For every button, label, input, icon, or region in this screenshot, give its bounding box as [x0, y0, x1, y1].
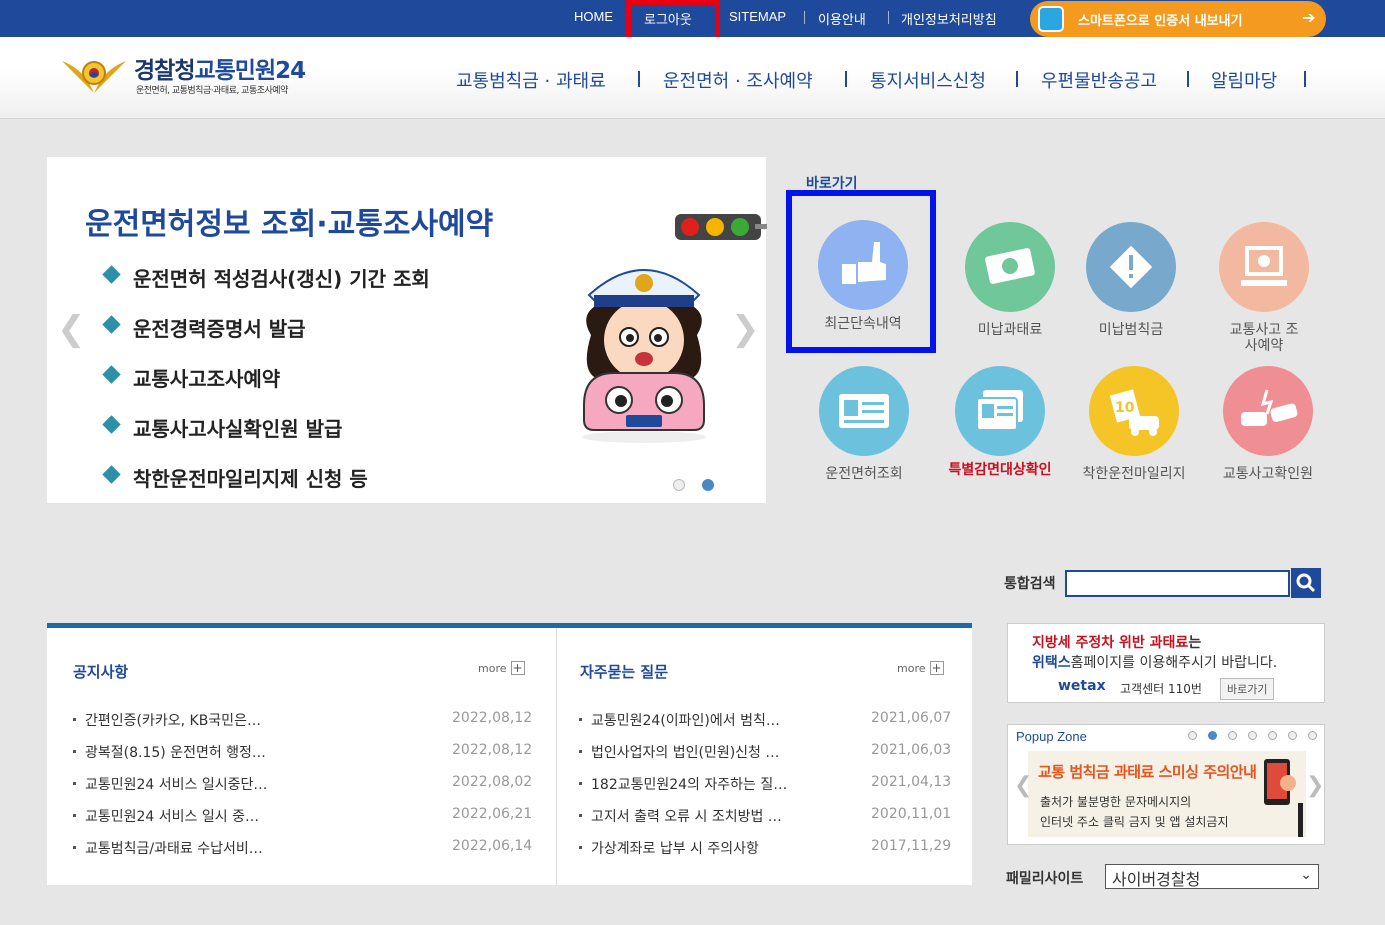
id-card-icon — [819, 366, 909, 456]
wetax-go-button[interactable]: 바로가기 — [1220, 678, 1275, 700]
faq-more-button[interactable]: more + — [897, 661, 944, 675]
selected-quick-highlight — [786, 190, 936, 353]
family-site-label: 패밀리사이트 — [1006, 871, 1084, 887]
smartphone-hand-icon — [1264, 759, 1303, 837]
logo-subtitle: 운전면허, 교통범칙금·과태료, 교통조사예약 — [136, 86, 288, 96]
wetax-line2: 위택스홈페이지를 이용해주시기 바랍니다. — [1032, 655, 1278, 671]
quick-label: 착한운전마일리지 — [1082, 466, 1186, 482]
quick-special-reduction[interactable]: 특별감면대상확인 — [935, 366, 1065, 478]
warning-icon — [1086, 222, 1176, 312]
popup-zone: Popup Zone 교통 범칙금 과태료 스미싱 주의안내 출처가 불분명한 … — [1007, 724, 1325, 845]
chevron-down-icon: ⌄ — [1300, 867, 1312, 883]
quick-label: 교통사고 조사예약 — [1229, 322, 1299, 354]
police-emblem-icon[interactable] — [60, 53, 128, 95]
wetax-line1: 지방세 주정차 위반 과태료는 — [1032, 635, 1202, 651]
slider-next-icon[interactable]: ❯ — [731, 309, 760, 349]
quick-label: 운전면허조회 — [825, 466, 903, 482]
nav-license[interactable]: 운전면허 · 조사예약 — [663, 67, 813, 93]
quick-license-lookup[interactable]: 운전면허조회 — [799, 366, 929, 482]
quick-label: 교통사고확인원 — [1222, 466, 1314, 482]
car-crash-icon — [1223, 366, 1313, 456]
smartphone-cert-button[interactable]: 스마트폰으로 인증서 내보내기 ➔ — [1030, 1, 1326, 37]
privacy-link[interactable]: 개인정보처리방침 — [901, 9, 997, 28]
slider-dot-active[interactable] — [702, 479, 714, 491]
popup-prev-icon[interactable]: ❮ — [1014, 773, 1032, 798]
arrow-right-icon: ➔ — [1302, 8, 1316, 27]
quick-accident-reservation[interactable]: 교통사고 조사예약 — [1199, 222, 1329, 354]
nav-mail-return[interactable]: 우편물반송공고 — [1041, 67, 1157, 93]
search-icon — [1296, 573, 1316, 593]
nav-fines[interactable]: 교통범칙금 · 과태료 — [456, 67, 606, 93]
popup-title: Popup Zone — [1016, 729, 1087, 744]
slide-title: 운전면허정보 조회·교통조사예약 — [85, 207, 494, 242]
monitor-icon — [1219, 222, 1309, 312]
police-mascot-icon — [582, 269, 706, 443]
quick-label: 미납과태료 — [977, 322, 1043, 338]
popup-line1: 출처가 불분명한 문자메시지의 — [1040, 795, 1192, 809]
traffic-light-icon — [675, 214, 767, 240]
popup-banner[interactable]: 교통 범칙금 과태료 스미싱 주의안내 출처가 불분명한 문자메시지의 인터넷 … — [1028, 751, 1306, 837]
quick-label: 미납범칙금 — [1098, 322, 1164, 338]
quick-accident-certificate[interactable]: 교통사고확인원 — [1203, 366, 1333, 482]
popup-headline: 교통 범칙금 과태료 스미싱 주의안내 — [1038, 763, 1257, 781]
plus-icon: + — [929, 661, 944, 675]
search-input[interactable] — [1065, 570, 1290, 597]
search-label: 통합검색 — [1004, 576, 1056, 592]
nav-notify[interactable]: 통지서비스신청 — [870, 67, 986, 93]
notice-more-button[interactable]: more + — [478, 661, 525, 675]
popup-next-icon[interactable]: ❯ — [1306, 773, 1324, 798]
family-site-select[interactable]: 사이버경찰청 ⌄ — [1105, 864, 1319, 889]
slider-prev-icon[interactable]: ❮ — [57, 309, 86, 349]
slider-dot[interactable] — [673, 479, 685, 491]
notice-title[interactable]: 공지사항 — [73, 661, 128, 682]
nav-notice[interactable]: 알림마당 — [1211, 67, 1277, 93]
document-icon — [955, 366, 1045, 456]
wetax-banner[interactable]: 지방세 주정차 위반 과태료는 위택스홈페이지를 이용해주시기 바랍니다. we… — [1007, 623, 1325, 703]
header: 경찰청교통민원24 운전면허, 교통범칙금·과태료, 교통조사예약 교통범칙금 … — [0, 37, 1385, 119]
popup-line2: 인터넷 주소 클릭 금지 및 앱 설치금지 — [1040, 815, 1229, 829]
mileage-icon: 10 — [1089, 366, 1179, 456]
quick-unpaid-penalty[interactable]: 미납범칙금 — [1066, 222, 1196, 338]
smartphone-cert-label: 스마트폰으로 인증서 내보내기 — [1078, 14, 1243, 29]
plus-icon: + — [510, 661, 525, 675]
money-icon — [965, 222, 1055, 312]
svg-text:10: 10 — [1115, 400, 1135, 416]
phone-icon — [1038, 6, 1064, 32]
faq-title[interactable]: 자주묻는 질문 — [580, 661, 668, 682]
family-site-value: 사이버경찰청 — [1112, 870, 1201, 889]
search-button[interactable] — [1291, 568, 1321, 598]
guide-link[interactable]: 이용안내 — [818, 9, 866, 28]
main-slider: 운전면허정보 조회·교통조사예약 운전면허 적성검사(갱신) 기간 조회 운전경… — [47, 157, 767, 503]
sitemap-link[interactable]: SITEMAP — [729, 9, 786, 24]
quick-unpaid-fine[interactable]: 미납과태료 — [945, 222, 1075, 338]
board-panel: 공지사항 more + 간편인증(카카오, KB국민은… 2022,08,12 광복… — [47, 623, 972, 885]
quick-good-driving-mileage[interactable]: 10 착한운전마일리지 — [1069, 366, 1199, 482]
logo-title[interactable]: 경찰청교통민원24 — [134, 51, 306, 85]
home-link[interactable]: HOME — [574, 9, 613, 24]
wetax-center: 고객센터 110번 — [1120, 682, 1202, 696]
quick-label: 특별감면대상확인 — [948, 462, 1052, 478]
wetax-logo: wetax — [1058, 678, 1106, 694]
